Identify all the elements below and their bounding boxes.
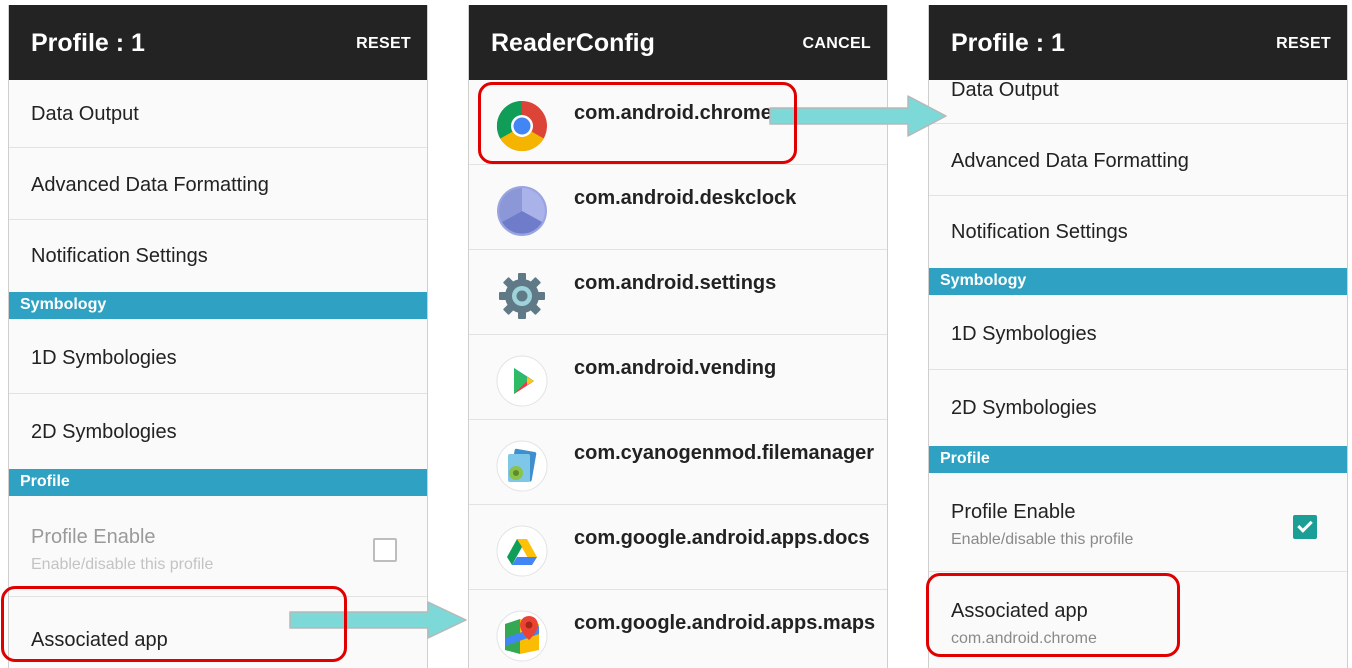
item-label: Profile Enable: [951, 501, 1076, 523]
deskclock-icon: [497, 186, 547, 236]
app-list-item[interactable]: com.android.deskclock: [469, 165, 887, 250]
category-label: Profile: [20, 473, 70, 490]
category-symbology: Symbology: [9, 292, 427, 319]
advanced-data-formatting-item[interactable]: Advanced Data Formatting: [929, 124, 1347, 196]
play-store-icon: [496, 355, 548, 407]
item-label: Notification Settings: [951, 221, 1128, 243]
reset-button[interactable]: RESET: [1276, 35, 1331, 53]
profile-enable-checkbox[interactable]: [1293, 515, 1317, 539]
item-label: 1D Symbologies: [951, 323, 1097, 345]
advanced-data-formatting-item[interactable]: Advanced Data Formatting: [9, 148, 427, 220]
app-package-name: com.google.android.apps.docs: [574, 527, 870, 549]
1d-symbologies-item[interactable]: 1D Symbologies: [9, 319, 427, 394]
google-drive-icon: [496, 525, 548, 577]
app-package-name: com.android.vending: [574, 357, 777, 379]
item-label: Profile Enable: [31, 526, 156, 548]
2d-symbologies-item[interactable]: 2D Symbologies: [9, 394, 427, 468]
app-package-name: com.cyanogenmod.filemanager: [574, 442, 875, 464]
app-list-item[interactable]: com.android.settings: [469, 250, 887, 335]
google-maps-icon: [496, 610, 548, 662]
item-label: Data Output: [31, 103, 139, 125]
1d-symbologies-item[interactable]: 1D Symbologies: [929, 295, 1347, 370]
screen-profile-before: Profile : 1 RESET Data Output Advanced D…: [8, 5, 428, 668]
item-label: 2D Symbologies: [951, 397, 1097, 419]
item-label: 2D Symbologies: [31, 421, 177, 443]
item-summary: Enable/disable this profile: [951, 531, 1134, 548]
file-manager-icon: [496, 440, 548, 492]
category-profile: Profile: [929, 446, 1347, 473]
screen-profile-after: Data Output Profile : 1 RESET Advanced D…: [928, 5, 1348, 668]
page-title: ReaderConfig: [491, 29, 655, 57]
page-title: Profile : 1: [31, 29, 145, 57]
notification-settings-item[interactable]: Notification Settings: [9, 220, 427, 291]
highlight-associated-app-result: [926, 573, 1180, 657]
app-list-item[interactable]: com.cyanogenmod.filemanager: [469, 420, 887, 505]
item-label: 1D Symbologies: [31, 347, 177, 369]
category-profile: Profile: [9, 469, 427, 496]
profile-enable-item[interactable]: Profile Enable Enable/disable this profi…: [929, 473, 1347, 572]
notification-settings-item[interactable]: Notification Settings: [929, 196, 1347, 267]
highlight-chrome-item: [478, 82, 797, 164]
category-label: Profile: [940, 450, 990, 467]
app-list-item[interactable]: com.android.vending: [469, 335, 887, 420]
profile-enable-item[interactable]: Profile Enable Enable/disable this profi…: [9, 496, 427, 597]
category-label: Symbology: [20, 296, 107, 313]
page-title: Profile : 1: [951, 29, 1065, 57]
app-package-name: com.google.android.apps.maps: [574, 612, 876, 634]
item-summary: Enable/disable this profile: [31, 556, 214, 573]
item-label: Data Output: [951, 79, 1059, 101]
app-package-name: com.android.deskclock: [574, 187, 797, 209]
category-label: Symbology: [940, 272, 1027, 289]
data-output-item[interactable]: Data Output: [9, 80, 427, 148]
reset-button[interactable]: RESET: [356, 35, 411, 53]
category-symbology: Symbology: [929, 268, 1347, 295]
item-label: Notification Settings: [31, 245, 208, 267]
app-package-name: com.android.settings: [574, 272, 777, 294]
app-bar: Profile : 1 RESET: [9, 5, 427, 80]
highlight-associated-app: [1, 586, 347, 662]
item-label: Advanced Data Formatting: [31, 174, 269, 196]
app-list-item[interactable]: com.google.android.apps.maps: [469, 590, 887, 668]
cancel-button[interactable]: CANCEL: [803, 35, 871, 53]
profile-enable-checkbox[interactable]: [373, 538, 397, 562]
settings-gear-icon: [499, 273, 545, 319]
2d-symbologies-item[interactable]: 2D Symbologies: [929, 370, 1347, 444]
app-bar: ReaderConfig CANCEL: [469, 5, 887, 80]
app-bar: Profile : 1 RESET: [929, 5, 1347, 80]
app-list-item[interactable]: com.google.android.apps.docs: [469, 505, 887, 590]
item-label: Advanced Data Formatting: [951, 150, 1189, 172]
